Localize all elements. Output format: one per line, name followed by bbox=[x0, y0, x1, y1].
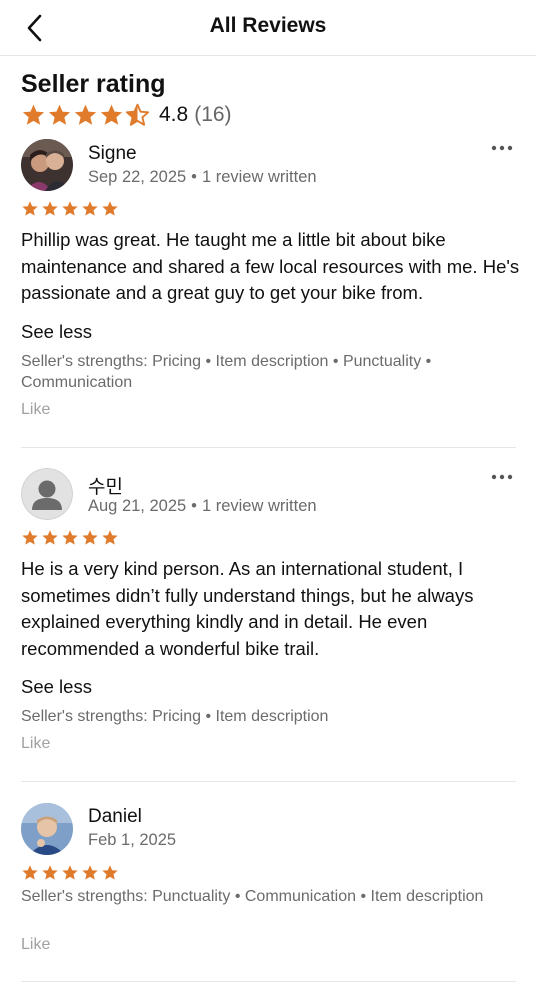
star-icon bbox=[82, 865, 98, 880]
seller-strengths: Seller's strengths: Pricing • Item descr… bbox=[21, 708, 329, 725]
more-options-icon[interactable] bbox=[490, 472, 514, 482]
review-stars bbox=[21, 529, 119, 547]
star-icon bbox=[22, 201, 38, 216]
review-meta: Aug 21, 2025 • 1 review written bbox=[88, 497, 317, 516]
review-stars bbox=[21, 200, 119, 218]
star-icon bbox=[102, 530, 118, 545]
avatar[interactable] bbox=[21, 468, 73, 520]
top-nav-bar: All Reviews bbox=[0, 0, 536, 56]
rating-value: 4.8 bbox=[159, 103, 189, 126]
reviewer-name[interactable]: Signe bbox=[88, 143, 137, 165]
reviewer-name[interactable]: 수민 bbox=[88, 472, 123, 499]
divider bbox=[21, 447, 516, 448]
seller-strengths: Seller's strengths: Pricing • Item descr… bbox=[21, 353, 432, 391]
star-icon bbox=[62, 865, 78, 880]
star-icon bbox=[82, 201, 98, 216]
more-options-icon[interactable] bbox=[490, 143, 514, 153]
meta-separator: • bbox=[191, 168, 197, 186]
avatar[interactable] bbox=[21, 139, 73, 191]
avatar[interactable] bbox=[21, 803, 73, 855]
divider bbox=[21, 781, 516, 782]
seller-rating-summary: 4.8 (16) bbox=[21, 101, 232, 129]
star-icon bbox=[22, 865, 38, 880]
star-icon bbox=[22, 530, 38, 545]
like-button[interactable]: Like bbox=[21, 735, 50, 753]
star-icon bbox=[62, 201, 78, 216]
like-button[interactable]: Like bbox=[21, 401, 50, 419]
review-text: Phillip was great. He taught me a little… bbox=[21, 229, 520, 303]
like-button[interactable]: Like bbox=[21, 936, 50, 954]
star-icon bbox=[102, 201, 118, 216]
seller-rating-title: Seller rating bbox=[21, 70, 166, 98]
meta-separator: • bbox=[191, 497, 197, 515]
review-meta: Sep 22, 2025 • 1 review written bbox=[88, 168, 317, 187]
star-icon bbox=[22, 104, 45, 125]
half-star-icon bbox=[125, 103, 150, 126]
star-icon bbox=[62, 530, 78, 545]
reviewer-name[interactable]: Daniel bbox=[88, 806, 142, 828]
star-icon bbox=[42, 530, 58, 545]
rating-stars bbox=[21, 103, 150, 128]
star-icon bbox=[42, 201, 58, 216]
review-count-written: 1 review written bbox=[201, 168, 317, 186]
star-icon bbox=[102, 865, 118, 880]
review-date: Aug 21, 2025 bbox=[88, 497, 187, 515]
star-icon bbox=[48, 104, 71, 125]
star-icon bbox=[42, 865, 58, 880]
star-icon bbox=[74, 104, 97, 125]
see-less-button[interactable]: See less bbox=[21, 676, 92, 698]
review-count-written: 1 review written bbox=[201, 497, 317, 515]
rating-count: (16) bbox=[194, 103, 232, 126]
review-stars bbox=[21, 864, 119, 882]
seller-strengths: Seller's strengths: Punctuality • Commun… bbox=[21, 888, 484, 905]
star-icon bbox=[100, 104, 123, 125]
review-date: Feb 1, 2025 bbox=[88, 831, 177, 849]
divider bbox=[21, 981, 516, 982]
see-less-button[interactable]: See less bbox=[21, 321, 92, 343]
review-text: He is a very kind person. As an internat… bbox=[21, 558, 474, 659]
page-title: All Reviews bbox=[209, 14, 327, 37]
review-date: Sep 22, 2025 bbox=[88, 168, 187, 186]
star-icon bbox=[82, 530, 98, 545]
